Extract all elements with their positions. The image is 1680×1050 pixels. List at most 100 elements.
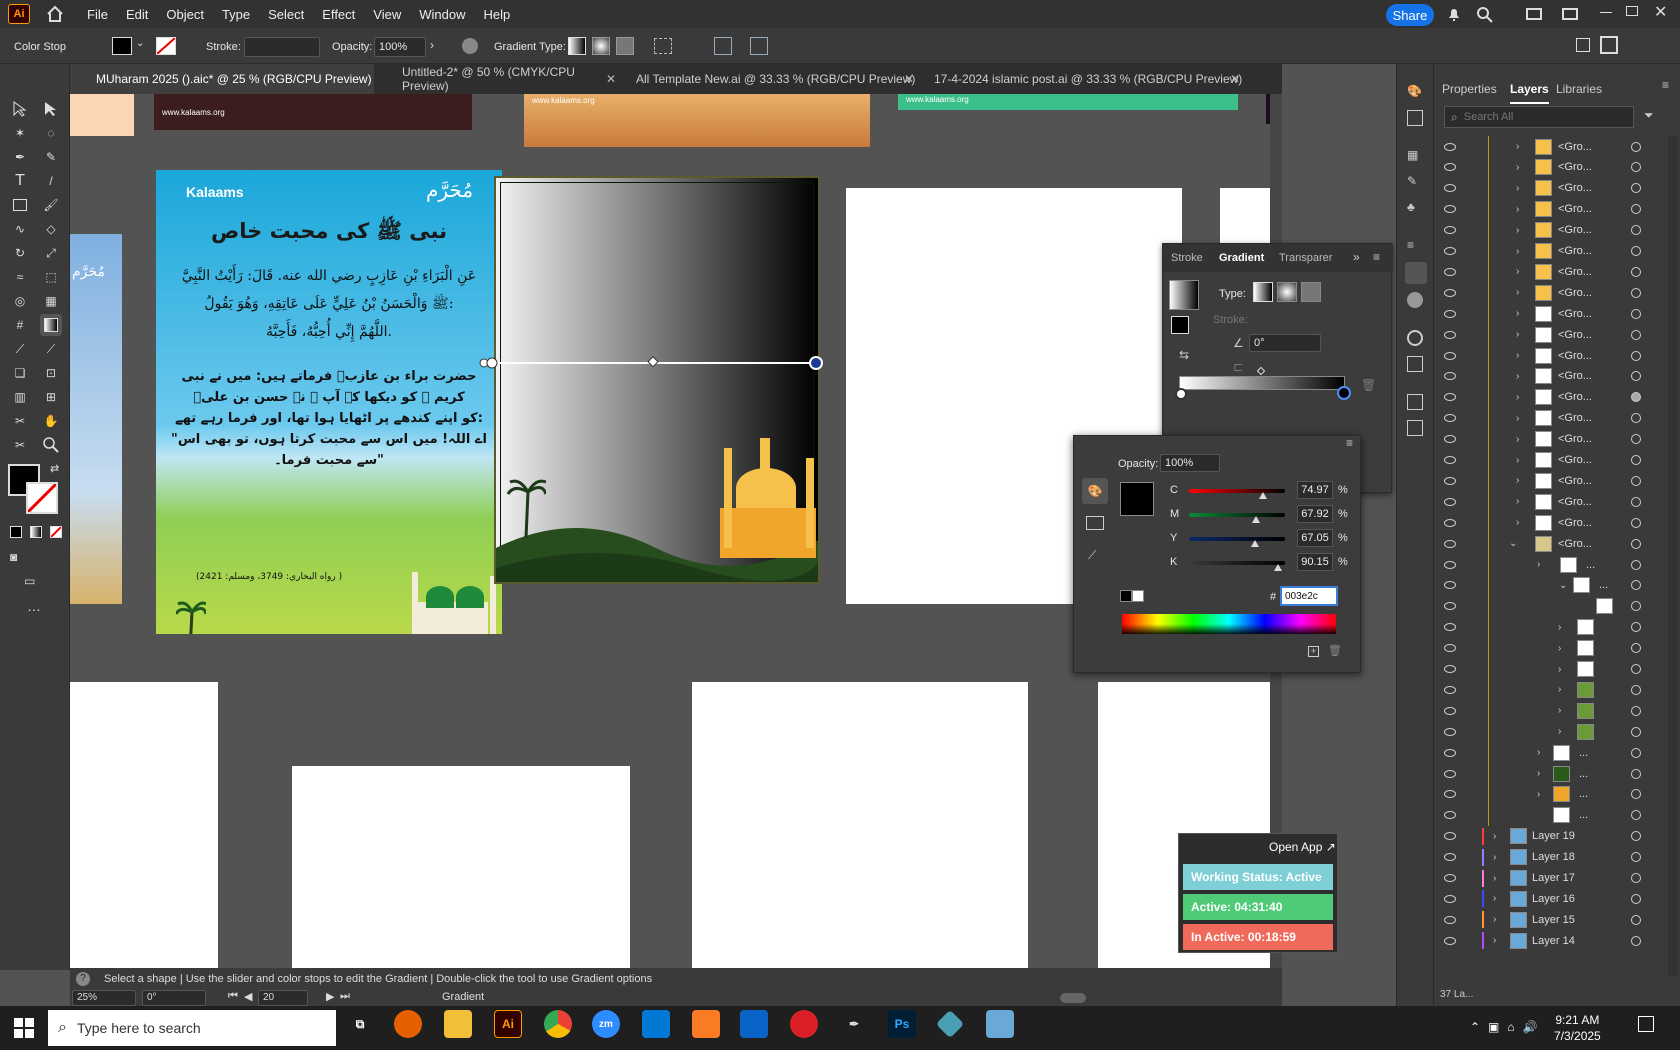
target-circle-icon[interactable] — [1631, 287, 1641, 298]
magic-wand-icon[interactable]: ✶ — [9, 122, 31, 144]
chevron-right-icon[interactable]: › — [1516, 225, 1519, 236]
eyedropper-icon[interactable]: ⟋ — [1088, 548, 1096, 563]
eyedropper-icon[interactable]: ⟋ — [9, 338, 31, 360]
next-artboard-icon[interactable]: ▶ — [326, 990, 334, 1003]
target-circle-icon[interactable] — [1631, 601, 1641, 612]
more-tools-icon[interactable]: … — [27, 598, 41, 614]
export-icon[interactable] — [1407, 394, 1423, 410]
close-window-icon[interactable]: ✕ — [1654, 2, 1667, 22]
reverse-gradient-icon[interactable]: ⇆ — [1179, 348, 1189, 362]
target-circle-icon[interactable] — [1631, 580, 1641, 591]
tab-libraries[interactable]: Libraries — [1556, 82, 1602, 96]
paintbrush-icon[interactable]: 🖌 — [40, 194, 62, 216]
layer-row-top[interactable]: › Layer 14 — [1434, 930, 1680, 951]
eye-icon[interactable] — [1444, 832, 1456, 841]
layer-name[interactable]: <Gro... — [1558, 454, 1592, 466]
menu-effect[interactable]: Effect — [313, 7, 364, 22]
blend-tool-icon[interactable]: ❏ — [9, 362, 31, 384]
eye-icon[interactable] — [1444, 476, 1456, 485]
layer-name[interactable]: <Gro... — [1558, 287, 1592, 299]
layer-name[interactable]: <Gro... — [1558, 161, 1592, 173]
fill-stroke-swatch[interactable] — [1171, 316, 1189, 334]
layer-name[interactable]: <Gro... — [1558, 141, 1592, 153]
artboard-gradient-selected[interactable] — [494, 176, 820, 584]
prev-artboard-icon[interactable]: ◀ — [244, 990, 252, 1003]
brushes-panel-icon[interactable]: ✎ — [1407, 174, 1417, 188]
layer-name[interactable]: <Gro... — [1558, 391, 1592, 403]
chevron-right-icon[interactable]: › — [1537, 747, 1540, 758]
menu-file[interactable]: File — [78, 7, 117, 22]
menu-select[interactable]: Select — [259, 7, 313, 22]
chevron-right-icon[interactable]: › — [1493, 831, 1496, 842]
chevron-right-icon[interactable]: › — [1493, 852, 1496, 863]
layer-name[interactable]: Layer 18 — [1532, 851, 1575, 863]
radial-gradient-icon[interactable] — [592, 37, 610, 55]
target-circle-icon[interactable] — [1631, 559, 1641, 570]
symbol-sprayer-icon[interactable]: ⊡ — [40, 362, 62, 384]
layers-search-input[interactable] — [1463, 111, 1614, 123]
eye-icon[interactable] — [1444, 414, 1456, 423]
eye-icon[interactable] — [1444, 915, 1456, 924]
chevron-down-icon[interactable]: ⌄ — [136, 38, 144, 49]
target-circle-icon[interactable] — [1631, 350, 1641, 361]
layer-name[interactable]: ... — [1579, 809, 1588, 821]
rotate-tool-icon[interactable]: ↻ — [9, 242, 31, 264]
zoom-tool-icon[interactable] — [40, 434, 62, 456]
tray-icons[interactable]: ⌃▣⌂🔊 — [1470, 1020, 1546, 1034]
eye-icon[interactable] — [1444, 769, 1456, 778]
tab-stroke[interactable]: Stroke — [1171, 252, 1203, 264]
eye-icon[interactable] — [1444, 706, 1456, 715]
channel-k-thumb[interactable] — [1274, 564, 1282, 571]
layer-row-group[interactable]: › <Gro... — [1434, 219, 1680, 241]
chevron-right-icon[interactable]: › — [1516, 371, 1519, 382]
draw-mode-icon[interactable]: ◙ — [10, 550, 17, 564]
pen-app-icon[interactable]: ✒ — [840, 1010, 868, 1038]
layer-row-sublayer[interactable]: › — [1434, 679, 1680, 701]
notification-icon[interactable] — [1638, 1016, 1654, 1032]
layer-row-group[interactable]: › <Gro... — [1434, 156, 1680, 178]
menu-object[interactable]: Object — [157, 7, 213, 22]
eye-icon[interactable] — [1444, 393, 1456, 402]
color-mode-icon[interactable] — [10, 526, 22, 538]
color-guide-icon[interactable] — [1407, 110, 1423, 126]
lasso-icon[interactable]: ◌ — [40, 122, 62, 144]
panel-arrange-icon[interactable] — [1576, 38, 1590, 52]
target-circle-icon[interactable] — [1631, 246, 1641, 256]
target-circle-icon[interactable] — [1631, 726, 1641, 737]
panel-menu-icon[interactable]: ≡ — [1662, 78, 1669, 92]
slice-tool-icon[interactable]: ✂ — [9, 410, 31, 432]
color-panel-icon[interactable]: 🎨 — [1407, 84, 1422, 98]
target-circle-icon[interactable] — [1631, 747, 1641, 758]
target-circle-icon[interactable] — [1631, 475, 1641, 486]
layer-row-sublayer[interactable]: › — [1434, 637, 1680, 659]
eye-icon[interactable] — [1444, 184, 1456, 193]
target-circle-icon[interactable] — [1631, 538, 1641, 549]
appearance-panel-icon[interactable] — [1407, 330, 1423, 346]
target-circle-icon[interactable] — [1631, 893, 1641, 904]
eye-icon[interactable] — [1444, 205, 1456, 214]
stroke-panel-icon[interactable]: ≡ — [1407, 238, 1414, 252]
transform-icon[interactable] — [714, 37, 732, 55]
gradient-tool-icon[interactable] — [40, 314, 62, 336]
layer-row-group[interactable]: › <Gro... — [1434, 198, 1680, 220]
clock[interactable]: 9:21 AM 7/3/2025 — [1554, 1012, 1601, 1044]
layer-row-top[interactable]: › Layer 15 — [1434, 909, 1680, 930]
target-circle-icon[interactable] — [1631, 266, 1641, 277]
chevron-right-icon[interactable]: › — [1558, 726, 1561, 737]
first-artboard-icon[interactable]: ⏮ — [228, 990, 238, 1003]
eye-icon[interactable] — [1444, 330, 1456, 339]
layer-row-top[interactable]: › Layer 18 — [1434, 847, 1680, 868]
layer-row-sublayer[interactable]: › — [1434, 721, 1680, 743]
chevron-right-icon[interactable]: › — [1558, 643, 1561, 654]
channel-m-slider[interactable] — [1189, 513, 1285, 517]
layer-name[interactable]: <Gro... — [1558, 475, 1592, 487]
gradient-slider[interactable] — [1179, 376, 1345, 390]
scale-tool-icon[interactable]: ⤢ — [40, 242, 62, 264]
properties-toggle-icon[interactable] — [1600, 36, 1618, 54]
layer-row-group[interactable]: › <Gro... — [1434, 136, 1680, 157]
layer-row-group[interactable]: › <Gro... — [1434, 365, 1680, 387]
close-icon[interactable]: ✕ — [904, 72, 914, 86]
layer-name[interactable]: Layer 17 — [1532, 872, 1575, 884]
color-stop-left[interactable] — [1175, 388, 1187, 400]
pen-tool-icon[interactable]: ✒ — [9, 146, 31, 168]
